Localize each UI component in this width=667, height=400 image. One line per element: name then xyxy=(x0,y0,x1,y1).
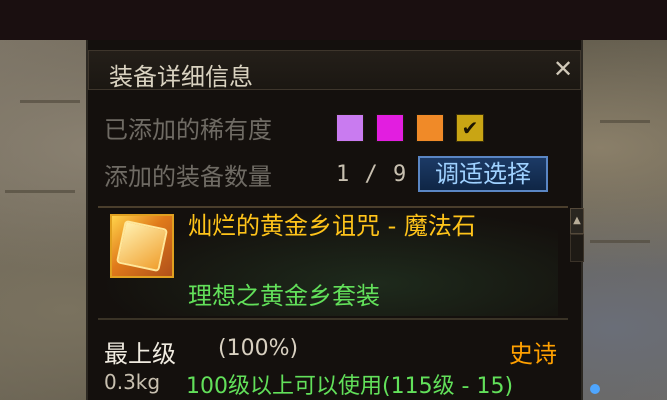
rarity-swatch-rare[interactable] xyxy=(336,114,364,142)
window-title: 装备详细信息 xyxy=(109,63,253,91)
check-icon[interactable]: ✔ xyxy=(456,114,484,142)
item-display: 灿烂的黄金乡诅咒 - 魔法石 理想之黄金乡套装 xyxy=(98,208,558,316)
level-requirement: 100级以上可以使用(115级 - 15) xyxy=(186,374,514,399)
rarity-label: 已添加的稀有度 xyxy=(104,116,272,144)
rarity-swatch-unique[interactable] xyxy=(376,114,404,142)
item-rarity: 史诗 xyxy=(509,340,557,368)
item-name: 灿烂的黄金乡诅咒 - 魔法石 xyxy=(188,212,476,240)
scrollbar[interactable]: ▲ xyxy=(570,208,584,268)
count-value: 1 / 9 xyxy=(336,162,408,187)
scroll-track[interactable] xyxy=(570,234,584,262)
item-set-name: 理想之黄金乡套装 xyxy=(188,282,380,310)
magic-stone-icon[interactable] xyxy=(110,214,174,278)
item-weight: 0.3kg xyxy=(104,370,161,394)
select-button[interactable]: 调适选择 xyxy=(418,156,548,192)
close-icon[interactable]: ✕ xyxy=(550,56,576,82)
count-label: 添加的装备数量 xyxy=(104,163,272,191)
top-band xyxy=(0,0,667,40)
item-grade: 最上级 xyxy=(104,340,176,368)
divider xyxy=(98,318,568,320)
rarity-swatch-legendary[interactable] xyxy=(416,114,444,142)
effect-spark xyxy=(590,384,600,394)
equipment-detail-panel: 装备详细信息 ✕ 已添加的稀有度 ✔ 添加的装备数量 1 / 9 调适选择 灿烂… xyxy=(86,40,584,400)
grade-percent: (100%) xyxy=(218,336,299,361)
title-bar[interactable]: 装备详细信息 ✕ xyxy=(88,50,581,91)
scroll-up-icon[interactable]: ▲ xyxy=(570,208,584,234)
